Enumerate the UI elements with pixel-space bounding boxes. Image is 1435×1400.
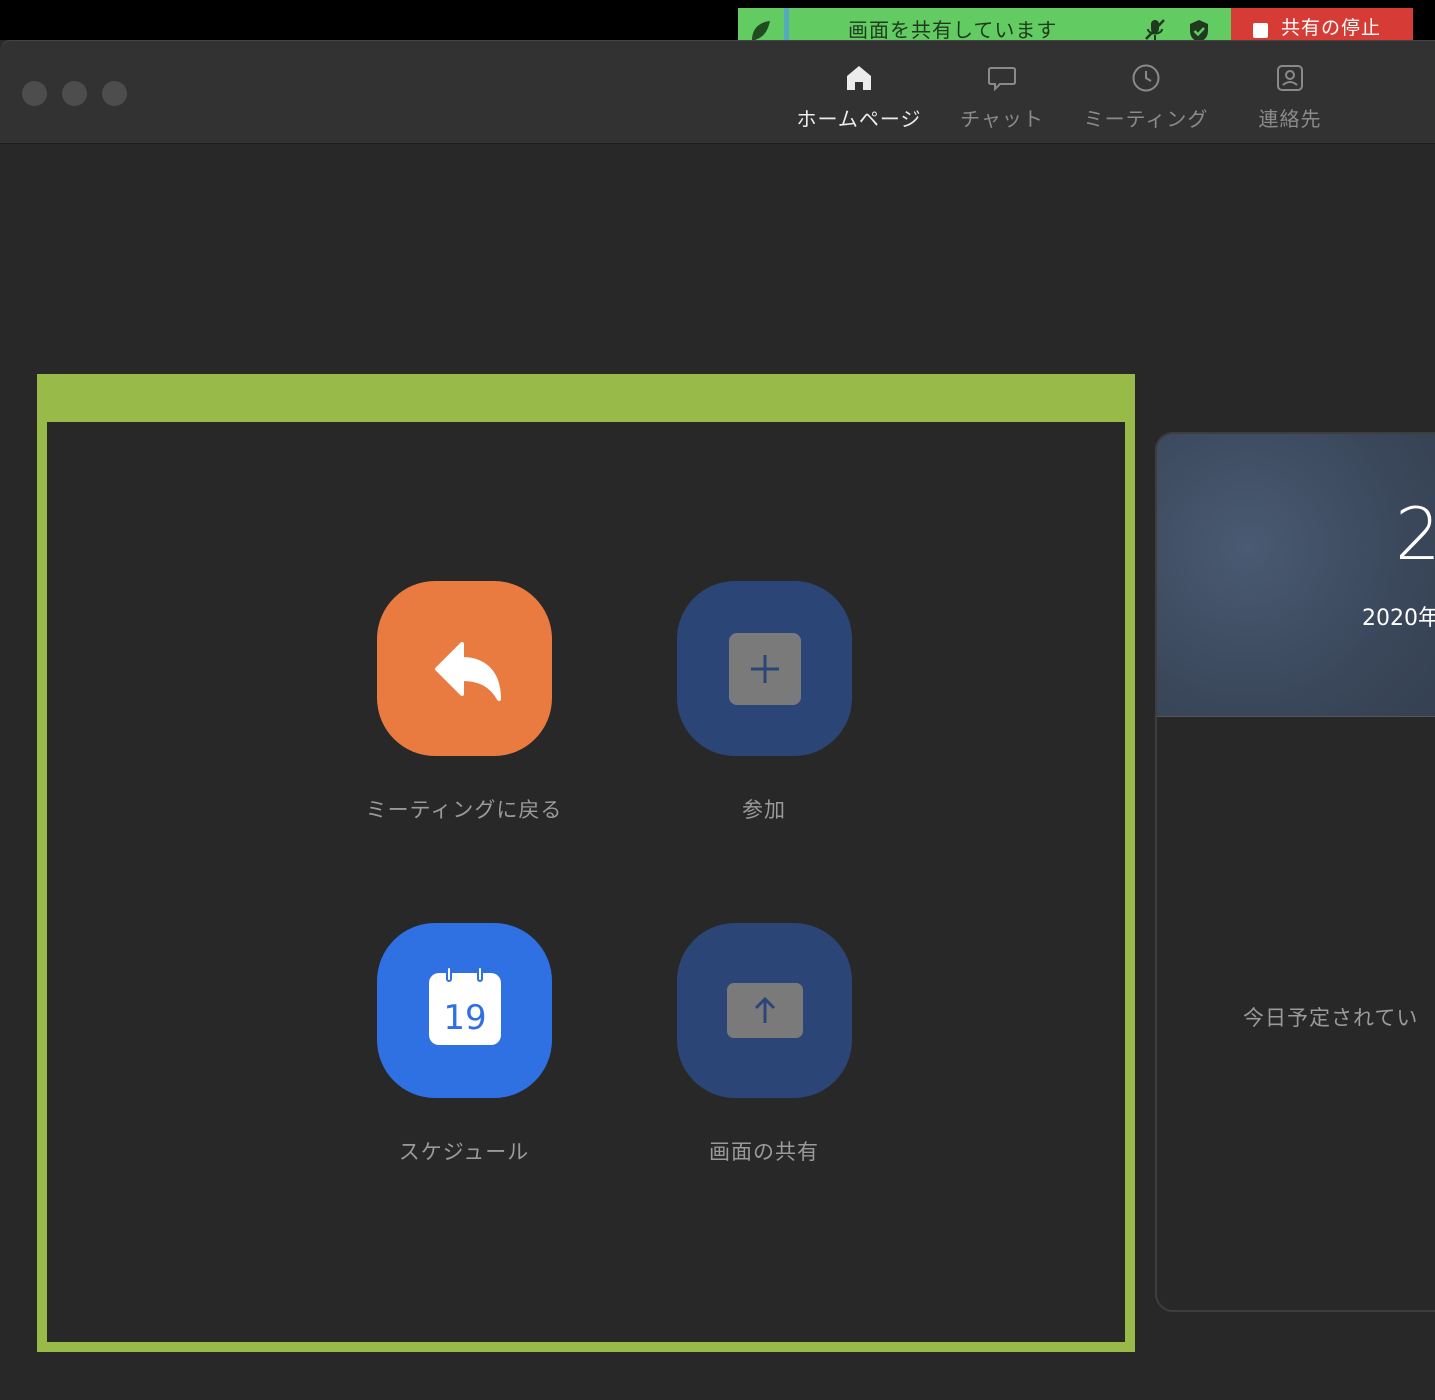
clock-icon (1132, 64, 1160, 92)
window-close-button[interactable] (22, 81, 47, 106)
return-to-meeting-label: ミーティングに戻る (365, 798, 563, 822)
shared-area-highlight: ミーティングに戻る 参加 19 スケジュール 画面の共有 (37, 374, 1135, 1352)
chat-icon (988, 67, 1016, 92)
share-screen-button[interactable] (677, 923, 852, 1098)
plus-icon (729, 633, 801, 705)
upcoming-meetings-card: 2 2020年 今日予定されてい (1155, 432, 1435, 1312)
window-title-bar: ホームページ チャット ミーティング 連絡先 (0, 40, 1435, 144)
tab-chat[interactable]: チャット (932, 63, 1072, 133)
home-actions-panel: ミーティングに戻る 参加 19 スケジュール 画面の共有 (47, 422, 1125, 1342)
calendar-day: 19 (443, 998, 486, 1038)
tab-contacts[interactable]: 連絡先 (1220, 63, 1360, 133)
window-zoom-button[interactable] (102, 81, 127, 106)
no-meetings-message: 今日予定されてい (1243, 1006, 1419, 1030)
home-icon (847, 66, 871, 90)
join-label: 参加 (742, 798, 786, 822)
current-time: 2 (1395, 492, 1435, 576)
tab-chat-label: チャット (960, 107, 1044, 131)
share-up-arrow-icon (727, 983, 803, 1038)
stop-square-icon (1253, 23, 1268, 38)
contacts-icon (1277, 65, 1303, 91)
tab-meetings[interactable]: ミーティング (1076, 63, 1216, 133)
schedule-button[interactable]: 19 (377, 923, 552, 1098)
tab-contacts-label: 連絡先 (1258, 107, 1322, 131)
schedule-label: スケジュール (398, 1140, 530, 1164)
tab-home-label: ホームページ (796, 107, 922, 131)
join-button[interactable] (677, 581, 852, 756)
return-to-meeting-button[interactable] (377, 581, 552, 756)
window-minimize-button[interactable] (62, 81, 87, 106)
tab-home[interactable]: ホームページ (789, 63, 929, 133)
reply-arrow-icon (435, 642, 501, 701)
tab-meetings-label: ミーティング (1083, 107, 1209, 131)
share-screen-label: 画面の共有 (709, 1140, 819, 1164)
card-header-image: 2 2020年 (1157, 434, 1435, 717)
calendar-icon: 19 (429, 966, 501, 1045)
current-date: 2020年 (1362, 606, 1435, 631)
